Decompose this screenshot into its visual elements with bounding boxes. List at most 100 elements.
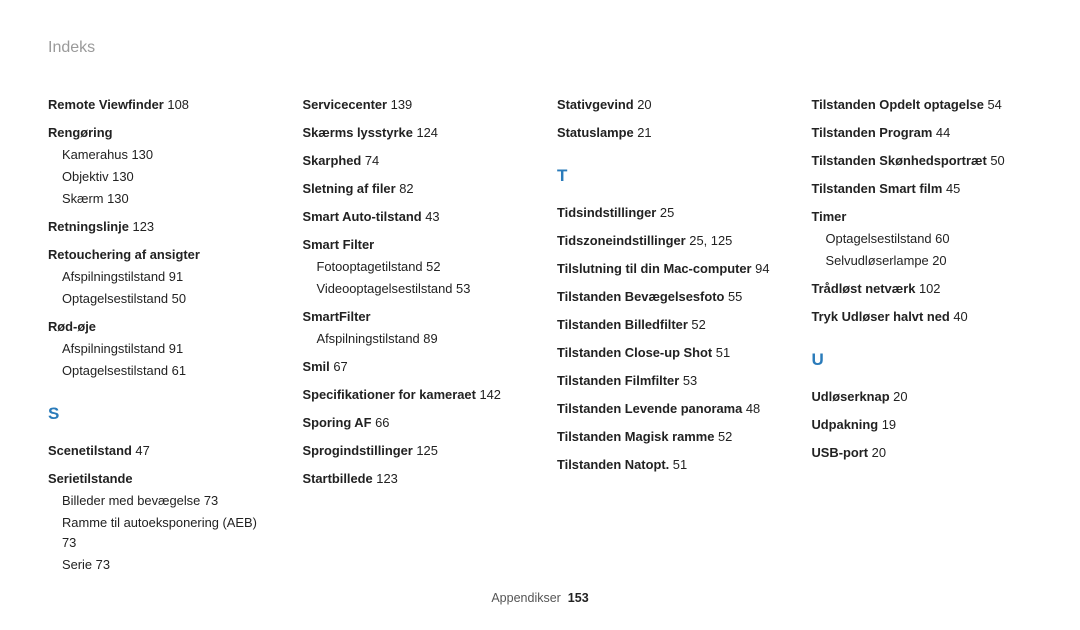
index-entry[interactable]: Sprogindstillinger 125: [303, 441, 524, 461]
page: Indeks Remote Viewfinder 108RengøringKam…: [0, 0, 1080, 630]
index-sub-term: Serie: [62, 557, 92, 572]
index-entry[interactable]: Smil 67: [303, 357, 524, 377]
column-2: Servicecenter 139 Skærms lysstyrke 124 Ska…: [303, 95, 524, 583]
index-entry[interactable]: Scenetilstand 47: [48, 441, 269, 461]
index-sub-pages: 61: [168, 363, 186, 378]
index-pages: 125: [413, 443, 438, 458]
index-subentry[interactable]: Videooptagelsestilstand 53: [317, 279, 524, 299]
index-entry[interactable]: Smart Auto-tilstand 43: [303, 207, 524, 227]
index-subentry[interactable]: Skærm 130: [62, 189, 269, 209]
index-subentry[interactable]: Afspilningstilstand 91: [62, 339, 269, 359]
index-entry[interactable]: Specifikationer for kameraet 142: [303, 385, 524, 405]
index-subentry[interactable]: Optagelsestilstand 61: [62, 361, 269, 381]
index-subentry[interactable]: Ramme til autoeksponering (AEB) 73: [62, 513, 269, 553]
index-term: Remote Viewfinder: [48, 97, 164, 112]
index-term: Tilstanden Program: [812, 125, 933, 140]
index-sub-term: Fotooptagetilstand: [317, 259, 423, 274]
index-term: Startbillede: [303, 471, 373, 486]
index-entry[interactable]: Tilstanden Close-up Shot 51: [557, 343, 778, 363]
index-subentry[interactable]: Afspilningstilstand 91: [62, 267, 269, 287]
index-entry[interactable]: Tilstanden Bevægelsesfoto 55: [557, 287, 778, 307]
index-entry[interactable]: Tilslutning til din Mac-computer 94: [557, 259, 778, 279]
index-sub-term: Afspilningstilstand: [317, 331, 420, 346]
index-entry[interactable]: Remote Viewfinder 108: [48, 95, 269, 115]
index-pages: 20: [890, 389, 908, 404]
index-entry[interactable]: Tidsindstillinger 25: [557, 203, 778, 223]
index-sub-pages: 73: [62, 535, 76, 550]
index-entry[interactable]: Stativgevind 20: [557, 95, 778, 115]
index-term: SmartFilter: [303, 309, 371, 324]
index-subentry[interactable]: Afspilningstilstand 89: [317, 329, 524, 349]
index-pages: 25, 125: [686, 233, 733, 248]
index-pages: 54: [984, 97, 1002, 112]
index-sub-pages: 89: [420, 331, 438, 346]
index-entry[interactable]: Tilstanden Levende panorama 48: [557, 399, 778, 419]
index-entry[interactable]: Tilstanden Filmfilter 53: [557, 371, 778, 391]
index-sub-term: Optagelsestilstand: [826, 231, 932, 246]
index-entry[interactable]: Tidszoneindstillinger 25, 125: [557, 231, 778, 251]
index-pages: 66: [371, 415, 389, 430]
index-subentry[interactable]: Optagelsestilstand 60: [826, 229, 1033, 249]
index-pages: 123: [373, 471, 398, 486]
index-entry[interactable]: Tilstanden Billedfilter 52: [557, 315, 778, 335]
index-entry[interactable]: Servicecenter 139: [303, 95, 524, 115]
index-pages: 40: [950, 309, 968, 324]
index-entry[interactable]: USB-port 20: [812, 443, 1033, 463]
index-sub-term: Afspilningstilstand: [62, 269, 165, 284]
index-pages: 19: [878, 417, 896, 432]
index-entry[interactable]: Skærms lysstyrke 124: [303, 123, 524, 143]
index-term: Udløserknap: [812, 389, 890, 404]
index-subentry[interactable]: Fotooptagetilstand 52: [317, 257, 524, 277]
index-subentry[interactable]: Serie 73: [62, 555, 269, 575]
index-pages: 74: [361, 153, 379, 168]
index-sub-pages: 130: [104, 191, 129, 206]
index-entry[interactable]: SmartFilter Afspilningstilstand 89: [303, 307, 524, 349]
index-term: Timer: [812, 209, 847, 224]
index-pages: 94: [752, 261, 770, 276]
index-subentry[interactable]: Billeder med bevægelse 73: [62, 491, 269, 511]
index-sub-term: Optagelsestilstand: [62, 363, 168, 378]
index-entry[interactable]: Tilstanden Magisk ramme 52: [557, 427, 778, 447]
index-pages: 102: [915, 281, 940, 296]
index-entry[interactable]: Startbillede 123: [303, 469, 524, 489]
column-4: Tilstanden Opdelt optagelse 54 Tilstanden…: [812, 95, 1033, 583]
index-pages: 67: [330, 359, 348, 374]
index-entry[interactable]: Udløserknap 20: [812, 387, 1033, 407]
index-entry[interactable]: Rød-øjeAfspilningstilstand 91Optagelsest…: [48, 317, 269, 381]
index-term: Tilstanden Smart film: [812, 181, 943, 196]
index-entry[interactable]: Tilstanden Natopt. 51: [557, 455, 778, 475]
index-entry[interactable]: Sporing AF 66: [303, 413, 524, 433]
index-entry[interactable]: Timer Optagelsestilstand 60Selvudløserlam…: [812, 207, 1033, 271]
index-subentry[interactable]: Optagelsestilstand 50: [62, 289, 269, 309]
index-entry[interactable]: Retouchering af ansigterAfspilningstilst…: [48, 245, 269, 309]
index-entry[interactable]: Retningslinje 123: [48, 217, 269, 237]
index-entry[interactable]: Tilstanden Program 44: [812, 123, 1033, 143]
index-sub-pages: 91: [165, 341, 183, 356]
index-subentry[interactable]: Kamerahus 130: [62, 145, 269, 165]
index-term: Rød-øje: [48, 319, 96, 334]
index-subentry[interactable]: Objektiv 130: [62, 167, 269, 187]
index-sub-term: Optagelsestilstand: [62, 291, 168, 306]
index-entry[interactable]: Tilstanden Skønhedsportræt 50: [812, 151, 1033, 171]
index-term: Trådløst netværk: [812, 281, 916, 296]
index-entry[interactable]: Tryk Udløser halvt ned 40: [812, 307, 1033, 327]
column-3: Stativgevind 20Statuslampe 21TTidsindsti…: [557, 95, 778, 583]
index-entry[interactable]: Sletning af filer 82: [303, 179, 524, 199]
column-1: Remote Viewfinder 108RengøringKamerahus …: [48, 95, 269, 583]
index-term: Smil: [303, 359, 330, 374]
index-entry[interactable]: Trådløst netværk 102: [812, 279, 1033, 299]
index-entry[interactable]: SerietilstandeBilleder med bevægelse 73R…: [48, 469, 269, 575]
index-entry[interactable]: Statuslampe 21: [557, 123, 778, 143]
footer: Appendikser 153: [0, 589, 1080, 608]
index-subentry[interactable]: Selvudløserlampe 20: [826, 251, 1033, 271]
index-entry[interactable]: Skarphed 74: [303, 151, 524, 171]
index-sub-pages: 52: [423, 259, 441, 274]
index-entry[interactable]: Tilstanden Smart film 45: [812, 179, 1033, 199]
index-entry[interactable]: Smart FilterFotooptagetilstand 52Videoop…: [303, 235, 524, 299]
index-entry[interactable]: Udpakning 19: [812, 415, 1033, 435]
index-term: Tilstanden Skønhedsportræt: [812, 153, 987, 168]
index-entry[interactable]: RengøringKamerahus 130Objektiv 130Skærm …: [48, 123, 269, 209]
index-pages: 108: [164, 97, 189, 112]
index-term: Tilslutning til din Mac-computer: [557, 261, 752, 276]
index-entry[interactable]: Tilstanden Opdelt optagelse 54: [812, 95, 1033, 115]
